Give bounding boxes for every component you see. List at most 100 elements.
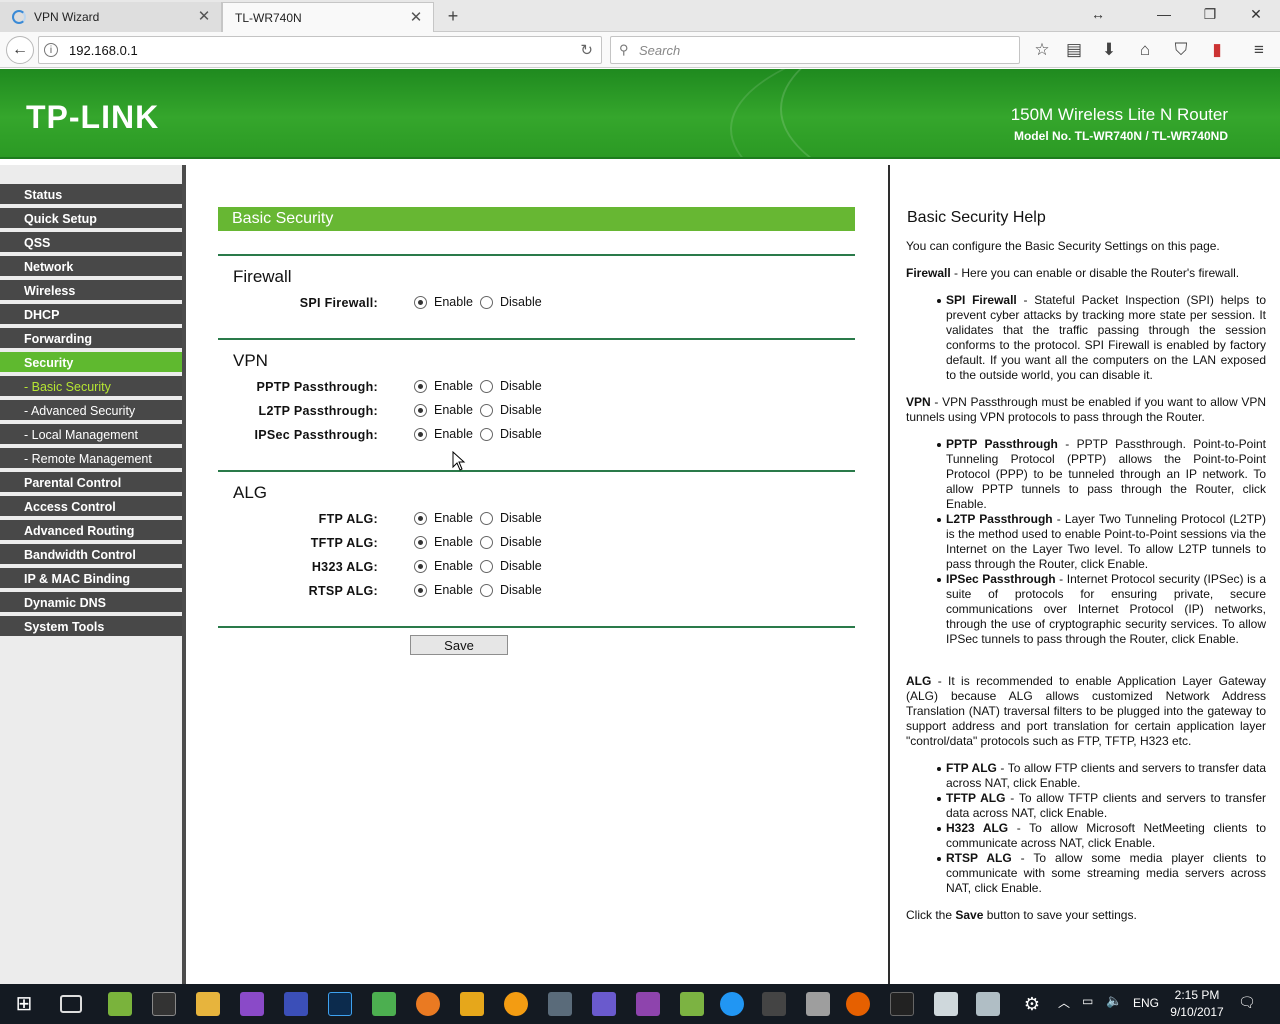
radio-unchecked[interactable]: [480, 379, 493, 393]
notifications-icon[interactable]: 🗨: [1238, 994, 1256, 1011]
radio-checked[interactable]: [414, 295, 427, 309]
radio-checked[interactable]: [414, 427, 427, 441]
firefox-icon[interactable]: [846, 992, 870, 1016]
ftp-alg-disable-radio[interactable]: Disable: [480, 511, 542, 525]
h323-alg-enable-radio[interactable]: Enable: [414, 559, 473, 573]
close-icon[interactable]: ✕: [409, 10, 423, 25]
sidebar-item-basic-security[interactable]: - Basic Security: [0, 376, 182, 398]
ipsec-disable-radio[interactable]: Disable: [480, 427, 542, 441]
radio-checked[interactable]: [414, 403, 427, 417]
radio-checked[interactable]: [414, 535, 427, 549]
app-icon[interactable]: [592, 992, 616, 1016]
h323-alg-disable-radio[interactable]: Disable: [480, 559, 542, 573]
sidebar-item-parental-control[interactable]: Parental Control: [0, 472, 182, 494]
app-icon[interactable]: [934, 992, 958, 1016]
sidebar-item-local-management[interactable]: - Local Management: [0, 424, 182, 446]
radio-unchecked[interactable]: [480, 403, 493, 417]
search-input[interactable]: ⚲ Search: [610, 36, 1020, 64]
info-icon[interactable]: i: [44, 43, 58, 57]
sidebar-item-remote-management[interactable]: - Remote Management: [0, 448, 182, 470]
sidebar-item-forwarding[interactable]: Forwarding: [0, 328, 182, 350]
ipsec-enable-radio[interactable]: Enable: [414, 427, 473, 441]
app-icon[interactable]: [240, 992, 264, 1016]
l2tp-enable-radio[interactable]: Enable: [414, 403, 473, 417]
new-tab-icon[interactable]: +: [444, 6, 462, 26]
task-view-icon[interactable]: [60, 995, 82, 1013]
sidebar-item-dhcp[interactable]: DHCP: [0, 304, 182, 326]
sidebar-item-status[interactable]: Status: [0, 184, 182, 206]
radio-checked[interactable]: [414, 511, 427, 525]
ftp-alg-enable-radio[interactable]: Enable: [414, 511, 473, 525]
spi-firewall-disable-radio[interactable]: Disable: [480, 295, 542, 309]
pptp-enable-radio[interactable]: Enable: [414, 379, 473, 393]
app-icon[interactable]: [372, 992, 396, 1016]
radio-unchecked[interactable]: [480, 295, 493, 309]
app-icon[interactable]: [108, 992, 132, 1016]
minimize-icon[interactable]: —: [1152, 4, 1176, 24]
blender-icon[interactable]: [416, 992, 440, 1016]
tab-tl-wr740n[interactable]: TL-WR740N ✕: [222, 2, 434, 32]
folder-icon[interactable]: [196, 992, 220, 1016]
home-icon[interactable]: ⌂: [1133, 38, 1157, 62]
save-button[interactable]: Save: [410, 635, 508, 655]
app-icon[interactable]: [762, 992, 786, 1016]
sidebar-item-access-control[interactable]: Access Control: [0, 496, 182, 518]
tftp-alg-disable-radio[interactable]: Disable: [480, 535, 542, 549]
app-icon[interactable]: [976, 992, 1000, 1016]
back-arrow-icon[interactable]: ←: [6, 36, 34, 64]
radio-checked[interactable]: [414, 559, 427, 573]
volume-icon[interactable]: 🔈: [1106, 993, 1122, 1009]
clock-time[interactable]: 2:15 PM: [1172, 988, 1222, 1002]
menu-icon[interactable]: ≡: [1247, 38, 1271, 62]
address-bar[interactable]: i 192.168.0.1 ↻: [38, 36, 602, 64]
photoshop-icon[interactable]: [328, 992, 352, 1016]
download-icon[interactable]: ⬇: [1097, 38, 1121, 62]
app-icon[interactable]: [548, 992, 572, 1016]
sidebar-item-advanced-security[interactable]: - Advanced Security: [0, 400, 182, 422]
network-icon[interactable]: ▭: [1082, 994, 1093, 1008]
windows-start-icon[interactable]: ⊞: [12, 992, 36, 1016]
app-icon[interactable]: [890, 992, 914, 1016]
sidebar-item-qss[interactable]: QSS: [0, 232, 182, 254]
app-icon[interactable]: [720, 992, 744, 1016]
reading-list-icon[interactable]: ▤: [1062, 38, 1086, 62]
tray-chevron-icon[interactable]: ︿: [1058, 994, 1070, 1011]
spi-firewall-enable-radio[interactable]: Enable: [414, 295, 473, 309]
close-icon[interactable]: ✕: [197, 9, 211, 24]
sidebar-item-security[interactable]: Security: [0, 352, 182, 374]
radio-checked[interactable]: [414, 379, 427, 393]
app-icon[interactable]: [680, 992, 704, 1016]
close-window-icon[interactable]: ✕: [1244, 4, 1268, 24]
l2tp-disable-radio[interactable]: Disable: [480, 403, 542, 417]
app-icon[interactable]: [284, 992, 308, 1016]
rtsp-alg-disable-radio[interactable]: Disable: [480, 583, 542, 597]
app-icon[interactable]: [460, 992, 484, 1016]
app-icon[interactable]: [806, 992, 830, 1016]
pocket-icon[interactable]: ⛉: [1169, 38, 1193, 62]
radio-unchecked[interactable]: [480, 511, 493, 525]
reload-icon[interactable]: ↻: [580, 41, 593, 59]
bookmark-star-icon[interactable]: ☆: [1030, 38, 1054, 62]
clock-date[interactable]: 9/10/2017: [1166, 1005, 1228, 1019]
sidebar-item-system-tools[interactable]: System Tools: [0, 616, 182, 638]
radio-unchecked[interactable]: [480, 583, 493, 597]
gear-icon[interactable]: ⚙: [1020, 992, 1044, 1016]
tab-vpn-wizard[interactable]: VPN Wizard ✕: [0, 2, 222, 32]
sidebar-item-ip-mac-binding[interactable]: IP & MAC Binding: [0, 568, 182, 590]
sidebar-item-quick-setup[interactable]: Quick Setup: [0, 208, 182, 230]
pptp-disable-radio[interactable]: Disable: [480, 379, 542, 393]
terminal-icon[interactable]: [152, 992, 176, 1016]
radio-unchecked[interactable]: [480, 427, 493, 441]
sidebar-item-network[interactable]: Network: [0, 256, 182, 278]
extension-icon[interactable]: ▮: [1205, 38, 1229, 62]
visual-studio-icon[interactable]: [636, 992, 660, 1016]
app-icon[interactable]: [504, 992, 528, 1016]
rtsp-alg-enable-radio[interactable]: Enable: [414, 583, 473, 597]
radio-unchecked[interactable]: [480, 535, 493, 549]
sidebar-item-bandwidth-control[interactable]: Bandwidth Control: [0, 544, 182, 566]
language-indicator[interactable]: ENG: [1133, 996, 1159, 1010]
tftp-alg-enable-radio[interactable]: Enable: [414, 535, 473, 549]
sidebar-item-wireless[interactable]: Wireless: [0, 280, 182, 302]
restore-icon[interactable]: ❐: [1198, 4, 1222, 24]
radio-unchecked[interactable]: [480, 559, 493, 573]
